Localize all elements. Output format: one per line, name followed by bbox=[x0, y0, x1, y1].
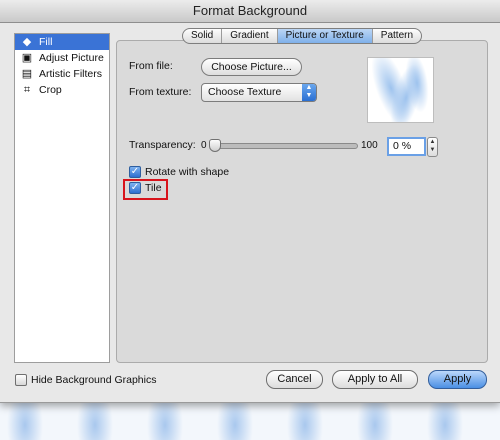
cancel-button[interactable]: Cancel bbox=[266, 370, 323, 389]
sidebar-item-artistic-filters[interactable]: ▤ Artistic Filters bbox=[15, 66, 109, 82]
sidebar-item-label: Crop bbox=[39, 84, 62, 96]
tab-picture-or-texture[interactable]: Picture or Texture bbox=[277, 29, 373, 43]
apply-button[interactable]: Apply bbox=[428, 370, 487, 389]
transparency-stepper[interactable]: ▲ ▼ bbox=[427, 137, 438, 157]
transparency-label: Transparency: bbox=[129, 139, 196, 151]
texture-select-value: Choose Texture bbox=[208, 86, 282, 98]
sidebar-item-crop[interactable]: ⌗ Crop bbox=[15, 82, 109, 98]
chevron-updown-icon: ▲ ▼ bbox=[302, 84, 316, 101]
fill-bucket-icon: ◆ bbox=[22, 36, 32, 48]
rotate-with-shape-checkbox[interactable]: ✓ bbox=[129, 166, 141, 178]
format-background-dialog: Format Background ◆ Fill ▣ Adjust Pictur… bbox=[0, 0, 500, 403]
hide-background-graphics-checkbox[interactable] bbox=[15, 374, 27, 386]
rotate-with-shape-label: Rotate with shape bbox=[145, 166, 230, 178]
sidebar-item-label: Adjust Picture bbox=[39, 52, 104, 64]
texture-select[interactable]: Choose Texture ▲ ▼ bbox=[201, 83, 317, 102]
sidebar-item-label: Artistic Filters bbox=[39, 68, 102, 80]
texture-preview bbox=[367, 57, 434, 123]
tab-gradient[interactable]: Gradient bbox=[222, 29, 278, 43]
category-sidebar: ◆ Fill ▣ Adjust Picture ▤ Artistic Filte… bbox=[14, 33, 110, 363]
slider-max-label: 100 bbox=[361, 140, 378, 151]
from-texture-label: From texture: bbox=[129, 86, 192, 98]
sidebar-item-fill[interactable]: ◆ Fill bbox=[15, 34, 109, 50]
transparency-slider-handle[interactable] bbox=[209, 139, 221, 152]
from-file-label: From file: bbox=[129, 60, 173, 72]
tab-solid[interactable]: Solid bbox=[183, 29, 223, 43]
sidebar-item-label: Fill bbox=[39, 36, 53, 48]
tile-checkbox[interactable]: ✓ bbox=[129, 182, 141, 194]
tile-label: Tile bbox=[145, 182, 162, 194]
tab-pattern[interactable]: Pattern bbox=[373, 29, 421, 43]
transparency-slider[interactable] bbox=[213, 143, 358, 149]
apply-to-all-button[interactable]: Apply to All bbox=[332, 370, 418, 389]
adjust-picture-icon: ▣ bbox=[21, 52, 33, 64]
artistic-filters-icon: ▤ bbox=[21, 68, 33, 80]
dialog-title: Format Background bbox=[0, 0, 500, 23]
sidebar-item-adjust-picture[interactable]: ▣ Adjust Picture bbox=[15, 50, 109, 66]
slider-min-label: 0 bbox=[201, 140, 207, 151]
choose-picture-button[interactable]: Choose Picture... bbox=[201, 58, 302, 76]
hide-background-graphics-label: Hide Background Graphics bbox=[31, 374, 157, 386]
crop-icon: ⌗ bbox=[23, 84, 31, 96]
transparency-input[interactable]: 0 % bbox=[387, 137, 426, 156]
fill-type-tabs: Solid Gradient Picture or Texture Patter… bbox=[182, 28, 423, 44]
